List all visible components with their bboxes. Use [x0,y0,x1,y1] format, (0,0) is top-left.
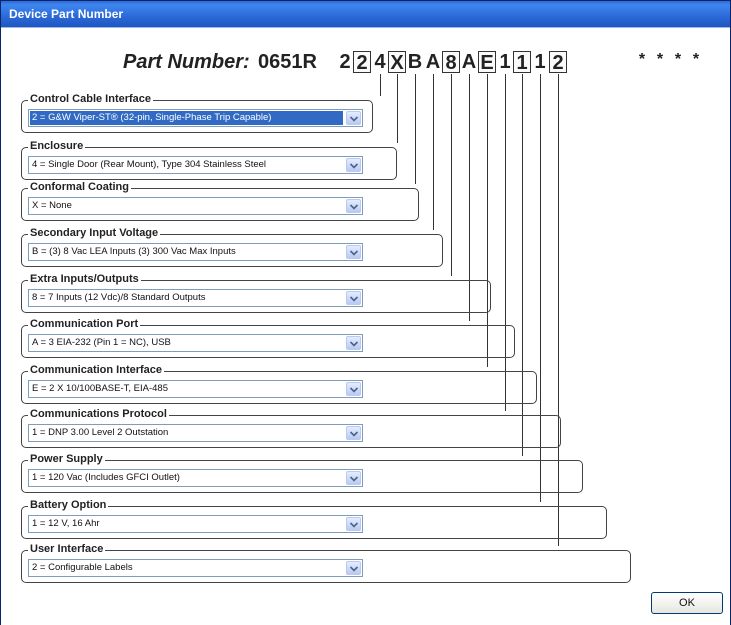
option-dropdown-value: 4 = Single Door (Rear Mount), Type 304 S… [32,159,267,170]
device-part-number-window: Device Part Number Part Number: 0651R 22… [0,0,731,625]
part-number-digit: 2 [339,51,351,73]
option-dropdown-value: E = 2 X 10/100BASE-T, EIA-485 [32,383,168,394]
connector-line [433,74,434,230]
option-dropdown[interactable]: 2 = Configurable Labels [28,559,363,577]
option-group: User Interface 2 = Configurable Labels [21,542,631,583]
part-number-digit: A [425,51,441,73]
part-number-prefix: 0651R [258,51,317,73]
option-dropdown[interactable]: 2 = G&W Viper-ST® (32-pin, Single-Phase … [28,109,363,127]
part-number-digit: 4 [374,51,386,73]
option-group: Communication Port A = 3 EIA-232 (Pin 1 =… [21,317,515,358]
chevron-down-icon[interactable] [346,382,361,396]
option-dropdown-value: 8 = 7 Inputs (12 Vdc)/8 Standard Outputs [32,292,206,303]
chevron-down-icon[interactable] [346,245,361,259]
option-group-title: Control Cable Interface [28,92,154,106]
option-group-title: Communication Port [28,317,141,331]
dialog-content: Part Number: 0651R 2 2 4 X B A 8 A E 1 1 1 2 * * * * Con… [1,27,730,625]
option-dropdown-value: A = 3 EIA-232 (Pin 1 = NC), USB [32,337,171,348]
option-group: Conformal Coating X = None [21,180,419,221]
part-number-digit: E [478,51,496,74]
part-number-digit: 1 [513,51,531,74]
option-dropdown[interactable]: 1 = 12 V, 16 Ahr [28,515,363,533]
option-group: Communication Interface E = 2 X 10/100BAS… [21,363,537,404]
connector-line [487,74,488,367]
chevron-down-icon[interactable] [346,291,361,305]
chevron-down-icon[interactable] [346,111,361,125]
option-group-title: Conformal Coating [28,180,131,194]
chevron-down-icon[interactable] [346,426,361,440]
connector-line [451,74,452,276]
option-dropdown[interactable]: A = 3 EIA-232 (Pin 1 = NC), USB [28,334,363,352]
option-group-title: Power Supply [28,452,105,466]
connector-line [505,74,506,411]
connector-line [397,74,398,143]
option-dropdown-value: 2 = G&W Viper-ST® (32-pin, Single-Phase … [30,111,343,125]
option-group: Extra Inputs/Outputs 8 = 7 Inputs (12 Vdc… [21,272,491,313]
option-group: Secondary Input Voltage B = (3) 8 Vac LEA… [21,226,443,267]
part-number-digit: 1 [499,51,511,73]
option-group: Enclosure 4 = Single Door (Rear Mount), T… [21,139,397,180]
option-group: Power Supply 1 = 120 Vac (Includes GFCI O… [21,452,583,493]
option-dropdown-value: 2 = Configurable Labels [32,562,133,573]
option-group-title: Communications Protocol [28,407,169,421]
option-dropdown[interactable]: X = None [28,197,363,215]
option-group: Communications Protocol 1 = DNP 3.00 Leve… [21,407,561,448]
ok-button[interactable]: OK [651,592,723,614]
option-group-title: Secondary Input Voltage [28,226,161,240]
option-group-title: Battery Option [28,498,109,512]
option-dropdown[interactable]: 1 = 120 Vac (Includes GFCI Outlet) [28,469,363,487]
option-group-title: User Interface [28,542,106,556]
chevron-down-icon[interactable] [346,517,361,531]
chevron-down-icon[interactable] [346,471,361,485]
option-dropdown-value: 1 = DNP 3.00 Level 2 Outstation [32,427,169,438]
option-dropdown[interactable]: 4 = Single Door (Rear Mount), Type 304 S… [28,156,363,174]
part-number-digit: 1 [534,51,546,73]
option-dropdown-value: X = None [32,200,72,211]
chevron-down-icon[interactable] [346,336,361,350]
part-number-placeholder: * [674,51,682,68]
option-dropdown-value: B = (3) 8 Vac LEA Inputs (3) 300 Vac Max… [32,246,236,257]
option-dropdown[interactable]: E = 2 X 10/100BASE-T, EIA-485 [28,380,363,398]
part-number-digit: B [407,51,423,73]
part-number-placeholder: * [692,51,700,68]
part-number-placeholder: * [656,51,664,68]
part-number-label: Part Number: [123,51,250,73]
option-group: Battery Option 1 = 12 V, 16 Ahr [21,498,607,539]
part-number-digit: 2 [549,51,567,74]
option-dropdown[interactable]: 8 = 7 Inputs (12 Vdc)/8 Standard Outputs [28,289,363,307]
part-number-digit: 2 [353,51,371,74]
part-number-digit: X [388,51,406,74]
option-dropdown-value: 1 = 120 Vac (Includes GFCI Outlet) [32,472,180,483]
option-group: Control Cable Interface 2 = G&W Viper-ST®… [21,92,373,133]
chevron-down-icon[interactable] [346,561,361,575]
part-number-placeholder: * [638,51,646,68]
option-group-title: Communication Interface [28,363,165,377]
option-dropdown-value: 1 = 12 V, 16 Ahr [32,518,100,529]
part-number-digit: A [461,51,477,73]
connector-line [415,74,416,184]
connector-line [380,74,381,96]
chevron-down-icon[interactable] [346,158,361,172]
option-dropdown[interactable]: 1 = DNP 3.00 Level 2 Outstation [28,424,363,442]
chevron-down-icon[interactable] [346,199,361,213]
option-group-title: Extra Inputs/Outputs [28,272,141,286]
option-group-title: Enclosure [28,139,86,153]
part-number-digit: 8 [442,51,460,74]
window-title: Device Part Number [1,1,730,27]
option-dropdown[interactable]: B = (3) 8 Vac LEA Inputs (3) 300 Vac Max… [28,243,363,261]
